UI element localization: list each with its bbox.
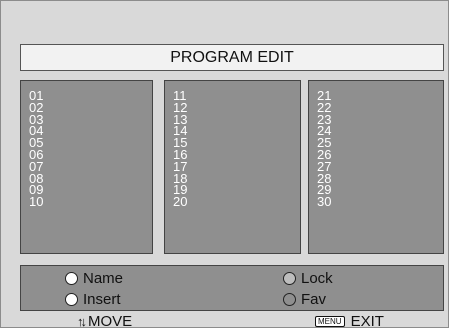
program-item[interactable]: 06 bbox=[29, 148, 152, 161]
lock-option[interactable]: Lock bbox=[283, 269, 333, 287]
exit-hint-label: EXIT bbox=[350, 312, 384, 330]
name-option-label: Name bbox=[83, 269, 124, 287]
insert-option-label: Insert bbox=[83, 290, 121, 308]
program-item[interactable]: 21 bbox=[317, 89, 443, 102]
program-item[interactable]: 18 bbox=[173, 172, 300, 185]
lock-option-label: Lock bbox=[301, 269, 333, 287]
program-edit-screen: PROGRAM EDIT 01 02 03 04 05 06 07 08 09 … bbox=[0, 0, 449, 330]
program-list-column-1: 01 02 03 04 05 06 07 08 09 10 bbox=[20, 80, 153, 254]
page-title-text: PROGRAM EDIT bbox=[170, 48, 294, 66]
menu-key-icon: MENU bbox=[315, 315, 345, 327]
program-item[interactable]: 16 bbox=[173, 148, 300, 161]
program-item[interactable]: 22 bbox=[317, 101, 443, 114]
program-item[interactable]: 08 bbox=[29, 172, 152, 185]
program-item[interactable]: 26 bbox=[317, 148, 443, 161]
program-item[interactable]: 02 bbox=[29, 101, 152, 114]
program-item[interactable]: 09 bbox=[29, 183, 152, 196]
program-item[interactable]: 12 bbox=[173, 101, 300, 114]
program-list-column-2: 11 12 13 14 15 16 17 18 19 20 bbox=[164, 80, 301, 254]
grey-circle-icon bbox=[283, 271, 296, 285]
program-item[interactable]: 30 bbox=[317, 195, 443, 208]
up-down-arrows-icon: ↑↓ bbox=[77, 313, 87, 329]
program-item[interactable]: 19 bbox=[173, 183, 300, 196]
program-item[interactable]: 03 bbox=[29, 113, 152, 126]
white-circle-icon bbox=[65, 292, 78, 306]
program-item[interactable]: 29 bbox=[317, 183, 443, 196]
program-item[interactable]: 17 bbox=[173, 160, 300, 173]
program-item[interactable]: 24 bbox=[317, 125, 443, 138]
program-item[interactable]: 25 bbox=[317, 136, 443, 149]
program-item[interactable]: 27 bbox=[317, 160, 443, 173]
program-item[interactable]: 11 bbox=[173, 89, 300, 102]
dark-circle-icon bbox=[283, 292, 296, 306]
program-item[interactable]: 01 bbox=[29, 89, 152, 102]
move-hint: ↑↓ MOVE bbox=[77, 312, 133, 330]
page-title: PROGRAM EDIT bbox=[20, 44, 444, 71]
exit-hint[interactable]: MENU EXIT bbox=[315, 312, 384, 330]
program-item[interactable]: 20 bbox=[173, 195, 300, 208]
insert-option[interactable]: Insert bbox=[65, 290, 121, 308]
program-item[interactable]: 05 bbox=[29, 136, 152, 149]
fav-option-label: Fav bbox=[301, 290, 327, 308]
program-item[interactable]: 07 bbox=[29, 160, 152, 173]
program-item[interactable]: 04 bbox=[29, 125, 152, 138]
fav-option[interactable]: Fav bbox=[283, 290, 326, 308]
edit-options-panel: Name Insert Lock Fav bbox=[20, 265, 444, 311]
program-item[interactable]: 13 bbox=[173, 113, 300, 126]
program-item[interactable]: 15 bbox=[173, 136, 300, 149]
name-option[interactable]: Name bbox=[65, 269, 123, 287]
white-circle-icon bbox=[65, 271, 78, 285]
program-item[interactable]: 28 bbox=[317, 172, 443, 185]
program-list-column-3: 21 22 23 24 25 26 27 28 29 30 bbox=[308, 80, 444, 254]
move-hint-label: MOVE bbox=[88, 312, 133, 330]
program-item[interactable]: 14 bbox=[173, 125, 300, 138]
program-item[interactable]: 10 bbox=[29, 195, 152, 208]
program-item[interactable]: 23 bbox=[317, 113, 443, 126]
